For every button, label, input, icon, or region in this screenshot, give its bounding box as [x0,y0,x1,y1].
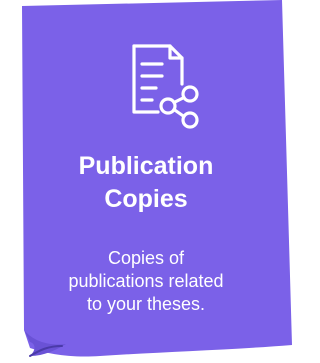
card-description-line-2: publications related [68,271,224,291]
card-description: Copies of publications related to your t… [30,247,262,316]
card-title-line-1: Publication [78,152,214,180]
publication-copies-card[interactable]: Publication Copies Copies of publication… [0,0,292,363]
card-description-line-3: to your theses. [86,294,206,314]
document-share-icon [118,40,214,136]
card-title: Publication Copies [0,150,292,216]
card-description-line-1: Copies of [107,248,185,268]
card-title-line-2: Copies [104,185,188,213]
